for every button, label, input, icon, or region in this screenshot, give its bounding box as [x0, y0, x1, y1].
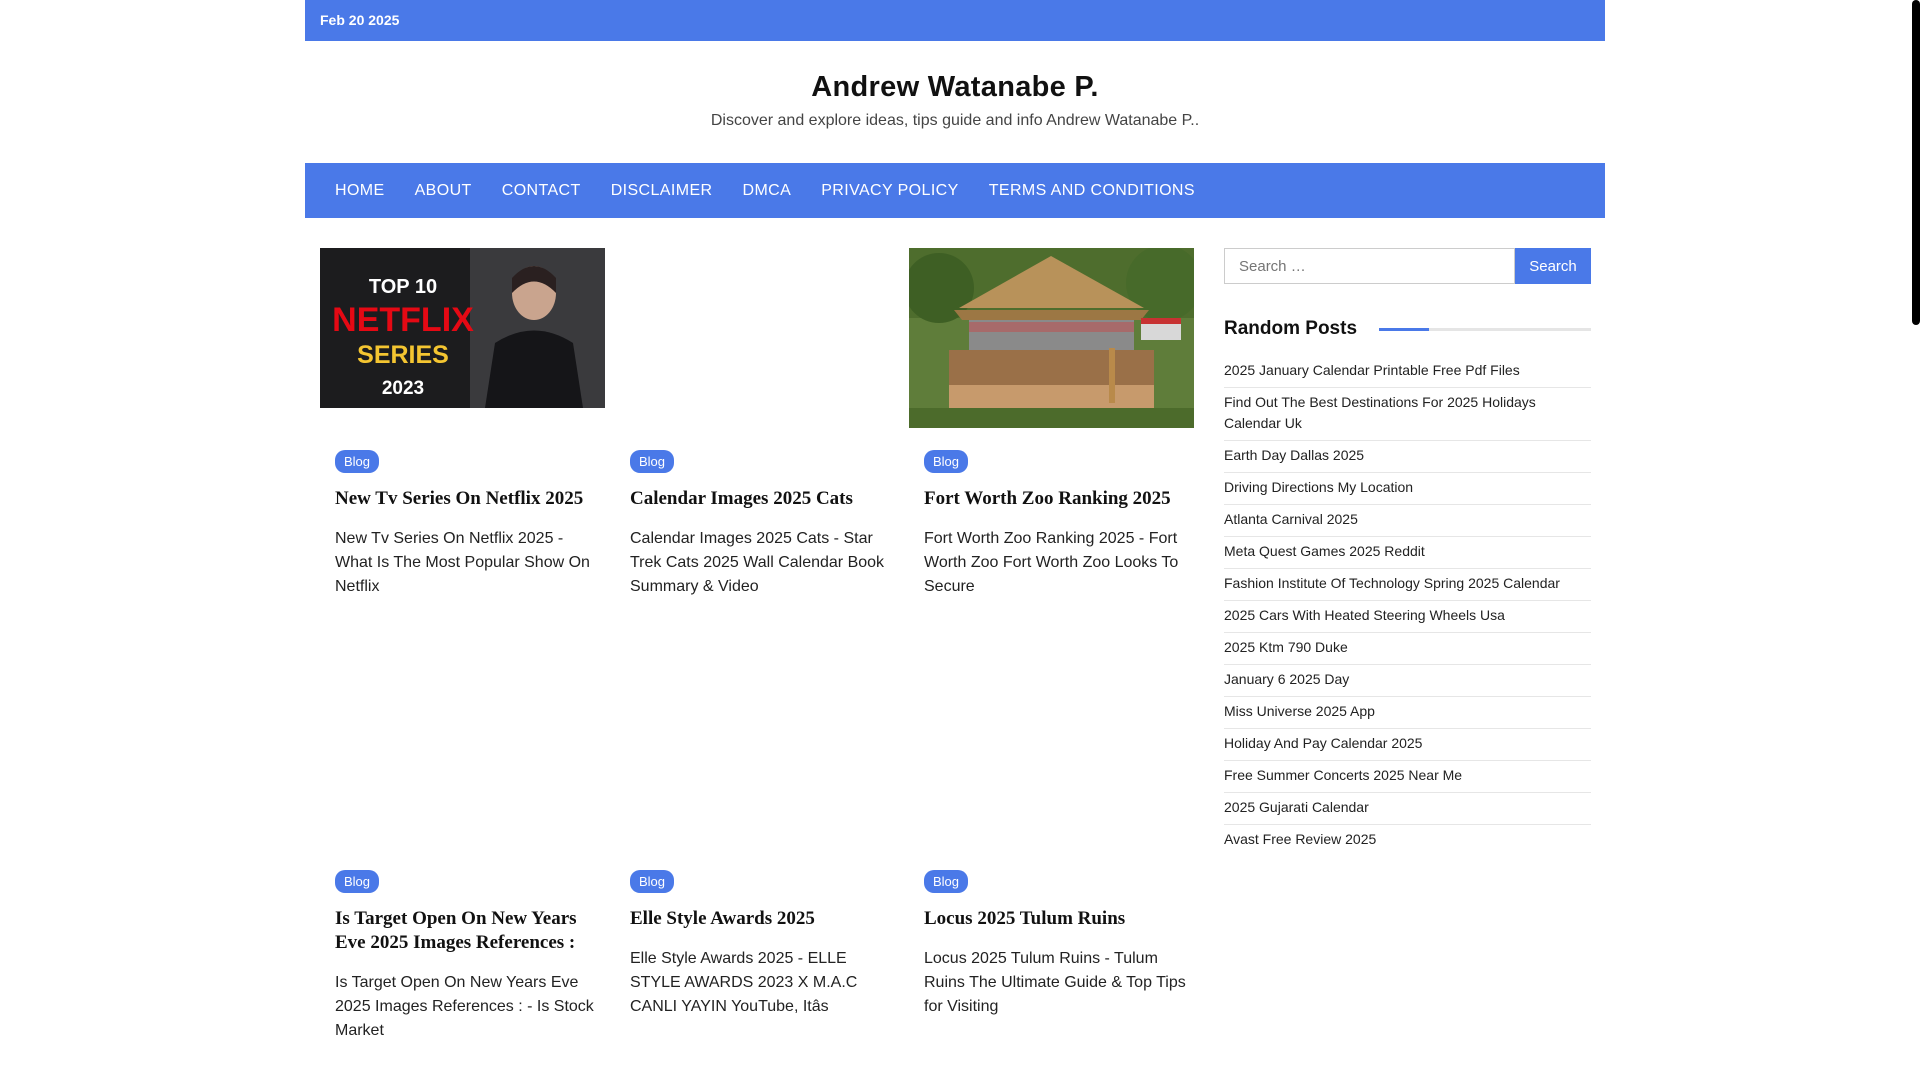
post-body: Blog New Tv Series On Netflix 2025 New T…: [335, 450, 597, 599]
nav-dmca[interactable]: DMCA: [742, 182, 791, 200]
post-category-badge[interactable]: Blog: [924, 450, 969, 473]
random-post-link[interactable]: Miss Universe 2025 App: [1224, 697, 1591, 729]
random-post-link[interactable]: Earth Day Dallas 2025: [1224, 441, 1591, 473]
nav-home[interactable]: HOME: [335, 182, 385, 200]
post-thumbnail-zoo[interactable]: [909, 248, 1194, 428]
search-form: Search: [1224, 248, 1591, 284]
search-button[interactable]: Search: [1515, 248, 1591, 284]
site-header: Andrew Watanabe P. Discover and explore …: [305, 41, 1605, 163]
post-category-badge[interactable]: Blog: [630, 870, 675, 893]
post-title[interactable]: Fort Worth Zoo Ranking 2025: [924, 487, 1186, 511]
post-card: TOP 10 NETFLIX SERIES 2023 Blog New Tv S…: [320, 248, 605, 595]
random-post-link[interactable]: Avast Free Review 2025: [1224, 825, 1591, 856]
post-excerpt: Locus 2025 Tulum Ruins - Tulum Ruins The…: [924, 950, 1186, 1015]
post-thumbnail-netflix[interactable]: TOP 10 NETFLIX SERIES 2023: [320, 248, 605, 408]
post-body: Blog Elle Style Awards 2025 Elle Style A…: [630, 870, 892, 1019]
search-input[interactable]: [1224, 248, 1515, 284]
post-category-badge[interactable]: Blog: [335, 450, 380, 473]
svg-text:NETFLIX: NETFLIX: [332, 301, 474, 339]
random-posts-list: 2025 January Calendar Printable Free Pdf…: [1224, 356, 1591, 856]
random-post-link[interactable]: Driving Directions My Location: [1224, 473, 1591, 505]
nav-privacy-policy[interactable]: PRIVACY POLICY: [821, 182, 959, 200]
post-body: Blog Fort Worth Zoo Ranking 2025 Fort Wo…: [924, 450, 1186, 599]
post-title[interactable]: New Tv Series On Netflix 2025: [335, 487, 597, 511]
svg-text:2023: 2023: [382, 378, 424, 399]
post-card: Blog Fort Worth Zoo Ranking 2025 Fort Wo…: [909, 248, 1194, 595]
main-navigation: HOME ABOUT CONTACT DISCLAIMER DMCA PRIVA…: [305, 163, 1605, 218]
post-title[interactable]: Is Target Open On New Years Eve 2025 Ima…: [335, 907, 597, 955]
scrollbar-track[interactable]: [1912, 0, 1920, 1080]
random-post-link[interactable]: 2025 January Calendar Printable Free Pdf…: [1224, 356, 1591, 388]
post-body: Blog Calendar Images 2025 Cats Calendar …: [630, 450, 892, 599]
random-post-link[interactable]: Meta Quest Games 2025 Reddit: [1224, 537, 1591, 569]
top-bar: Feb 20 2025: [305, 0, 1605, 41]
post-excerpt: Fort Worth Zoo Ranking 2025 - Fort Worth…: [924, 530, 1179, 595]
page-wrapper: Feb 20 2025 Andrew Watanabe P. Discover …: [305, 0, 1605, 1039]
scrollbar-thumb[interactable]: [1912, 0, 1920, 325]
sidebar: Search Random Posts 2025 January Calenda…: [1224, 248, 1591, 856]
post-excerpt: Calendar Images 2025 Cats - Star Trek Ca…: [630, 530, 885, 595]
post-body: Blog Locus 2025 Tulum Ruins Locus 2025 T…: [924, 870, 1186, 1019]
post-category-badge[interactable]: Blog: [335, 870, 380, 893]
post-excerpt: Elle Style Awards 2025 - ELLE STYLE AWAR…: [630, 950, 858, 1015]
random-post-link[interactable]: 2025 Cars With Heated Steering Wheels Us…: [1224, 601, 1591, 633]
site-title[interactable]: Andrew Watanabe P.: [305, 71, 1605, 104]
netflix-thumbnail-image: TOP 10 NETFLIX SERIES 2023: [320, 248, 605, 408]
svg-text:TOP 10: TOP 10: [369, 276, 437, 298]
nav-disclaimer[interactable]: DISCLAIMER: [611, 182, 713, 200]
nav-contact[interactable]: CONTACT: [502, 182, 581, 200]
random-post-link[interactable]: Find Out The Best Destinations For 2025 …: [1224, 388, 1591, 441]
random-post-link[interactable]: Free Summer Concerts 2025 Near Me: [1224, 761, 1591, 793]
random-post-link[interactable]: Atlanta Carnival 2025: [1224, 505, 1591, 537]
random-posts-header: Random Posts: [1224, 318, 1591, 340]
random-post-link[interactable]: Fashion Institute Of Technology Spring 2…: [1224, 569, 1591, 601]
svg-text:SERIES: SERIES: [357, 341, 449, 369]
post-category-badge[interactable]: Blog: [630, 450, 675, 473]
nav-about[interactable]: ABOUT: [415, 182, 472, 200]
post-title[interactable]: Calendar Images 2025 Cats: [630, 487, 892, 511]
site-description: Discover and explore ideas, tips guide a…: [710, 112, 1200, 129]
top-bar-date: Feb 20 2025: [320, 12, 400, 28]
random-posts-title: Random Posts: [1224, 318, 1358, 339]
post-title[interactable]: Locus 2025 Tulum Ruins: [924, 907, 1186, 931]
random-post-link[interactable]: Holiday And Pay Calendar 2025: [1224, 729, 1591, 761]
zoo-thumbnail-image: [909, 248, 1194, 428]
post-title[interactable]: Elle Style Awards 2025: [630, 907, 892, 931]
post-body: Blog Is Target Open On New Years Eve 202…: [335, 870, 597, 1043]
nav-terms-and-conditions[interactable]: TERMS AND CONDITIONS: [989, 182, 1195, 200]
post-excerpt: Is Target Open On New Years Eve 2025 Ima…: [335, 974, 594, 1039]
post-excerpt: New Tv Series On Netflix 2025 - What Is …: [335, 530, 590, 595]
random-post-link[interactable]: 2025 Gujarati Calendar: [1224, 793, 1591, 825]
random-post-link[interactable]: 2025 Ktm 790 Duke: [1224, 633, 1591, 665]
post-category-badge[interactable]: Blog: [924, 870, 969, 893]
random-post-link[interactable]: January 6 2025 Day: [1224, 665, 1591, 697]
title-divider: [1379, 327, 1591, 331]
